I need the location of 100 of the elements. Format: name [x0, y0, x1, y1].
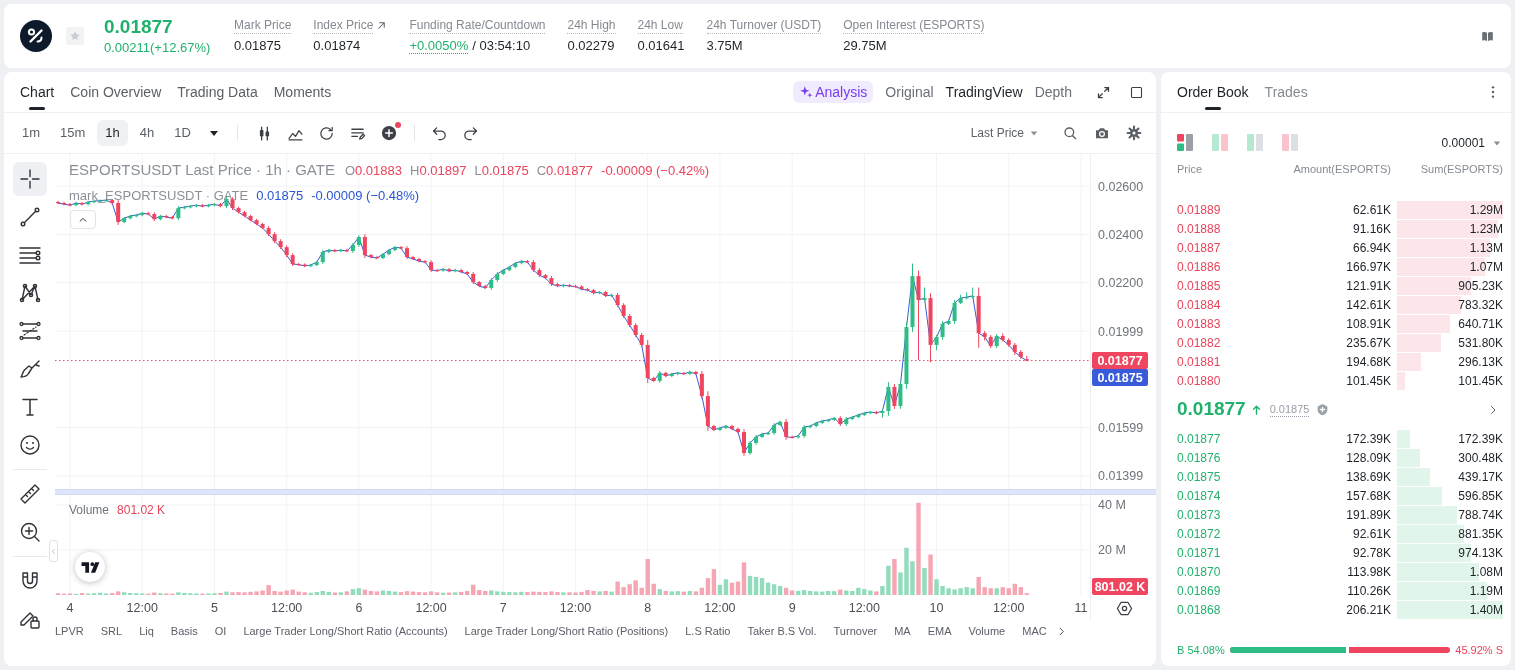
caret-down-icon[interactable]: [208, 128, 219, 138]
ask-price[interactable]: 0.01880: [1177, 371, 1221, 390]
candlestick: [717, 426, 722, 432]
last-price: 0.01877: [1177, 397, 1246, 422]
hexagon-settings-icon[interactable]: [1116, 600, 1133, 617]
ask-depth-bar: [1397, 315, 1450, 333]
order-book-tab[interactable]: Trades: [1264, 72, 1308, 112]
order-book-tab[interactable]: Order Book: [1177, 72, 1249, 112]
ask-amount: 91.16K: [1352, 220, 1391, 238]
column-header: Price: [1177, 161, 1203, 177]
bar: [777, 586, 783, 595]
indicator-tab[interactable]: EMA: [927, 622, 952, 640]
bar: [916, 502, 921, 595]
ask-price[interactable]: 0.01886: [1177, 257, 1221, 276]
indicator-tab[interactable]: LPVR: [55, 622, 84, 640]
column-header: Amount(ESPORTS): [1293, 161, 1391, 177]
circular-arrow-icon[interactable]: [317, 124, 335, 142]
bar: [338, 592, 344, 595]
drawing-tool-button[interactable]: [12, 162, 47, 196]
layout-icon[interactable]: [1177, 134, 1193, 151]
indicator-tab[interactable]: MAC: [1022, 622, 1047, 640]
column-header: Sum(ESPORTS): [1419, 161, 1503, 177]
indicator-tab[interactable]: SRL: [100, 622, 123, 640]
interval-button[interactable]: 1D: [166, 120, 199, 146]
indicator-tab[interactable]: Large Trader Long/Short Ratio (Positions): [464, 622, 669, 640]
price-source-dropdown[interactable]: Last Price: [970, 124, 1038, 142]
caret-down-icon: [1493, 138, 1501, 147]
bar: [801, 590, 807, 595]
bar: [844, 590, 849, 595]
shield-icon[interactable]: [1316, 403, 1330, 416]
interval-button[interactable]: 15m: [52, 120, 94, 146]
interval-button[interactable]: 4h: [131, 120, 163, 146]
ask-price[interactable]: 0.01884: [1177, 295, 1221, 314]
time-axis-label: 9: [788, 601, 796, 615]
stat-value: 0.02279: [567, 38, 615, 54]
bar: [814, 591, 819, 595]
indicator-tab[interactable]: Liq: [139, 622, 154, 640]
undo-icon[interactable]: [430, 124, 448, 142]
bar: [747, 575, 753, 595]
ask-amount: 166.97K: [1346, 258, 1391, 276]
bar: [398, 592, 404, 595]
view-tab[interactable]: Depth: [1034, 81, 1072, 103]
collapse-handle[interactable]: [49, 540, 58, 562]
bid-total: 788.74K: [1458, 506, 1503, 524]
indicator-tab[interactable]: L.S Ratio: [685, 622, 731, 640]
chevron-left-icon: [50, 547, 57, 555]
bar: [874, 591, 879, 595]
chart-tab[interactable]: Moments: [273, 72, 332, 112]
chart-tab[interactable]: Coin Overview: [70, 72, 162, 112]
indicator-tab[interactable]: Volume: [968, 622, 1006, 640]
bar: [122, 592, 127, 595]
expand-icon[interactable]: [1096, 84, 1111, 100]
indicator-tab[interactable]: Taker B.S Vol.: [747, 622, 817, 640]
ask-total: 1.23M: [1469, 220, 1503, 238]
ask-price[interactable]: 0.01882: [1177, 333, 1221, 352]
bar: [735, 581, 741, 595]
chart-tab[interactable]: Trading Data: [177, 72, 258, 112]
price-axis-label: 0.02400: [1098, 227, 1144, 242]
indicator-tab[interactable]: MA: [894, 622, 911, 640]
interval-button[interactable]: 1h: [97, 120, 128, 146]
camera-icon[interactable]: [1094, 125, 1110, 141]
bar: [705, 578, 711, 595]
bid-amount: 138.69K: [1346, 468, 1391, 486]
ask-price[interactable]: 0.01885: [1177, 276, 1221, 295]
candlestick: [447, 267, 452, 273]
bar: [994, 588, 999, 595]
bid-amount: 128.09K: [1346, 449, 1391, 467]
ask-price[interactable]: 0.01889: [1177, 200, 1221, 219]
ask-price[interactable]: 0.01888: [1177, 219, 1221, 238]
plus-circle-icon[interactable]: [379, 124, 398, 142]
chart-tab[interactable]: Chart: [20, 72, 55, 112]
view-tab[interactable]: TradingView: [945, 81, 1023, 103]
last-price: 0.01877: [104, 16, 174, 38]
precision-dropdown[interactable]: 0.00001: [1441, 133, 1501, 152]
indicator-tab[interactable]: Turnover: [833, 622, 878, 640]
interval-button[interactable]: 1m: [14, 120, 49, 146]
bid-total: 1.19M: [1469, 582, 1503, 600]
ask-price[interactable]: 0.01883: [1177, 314, 1221, 333]
redo-icon[interactable]: [461, 124, 479, 142]
ask-amount: 62.61K: [1352, 201, 1391, 219]
analysis-button[interactable]: Analysis: [793, 81, 874, 103]
bar: [434, 592, 440, 595]
settings-icon[interactable]: [1126, 125, 1142, 141]
bar: [218, 592, 223, 595]
price-axis-label: 0.02200: [1098, 276, 1144, 291]
ohlc-field: C0.01877: [536, 161, 594, 181]
square-icon[interactable]: [1129, 84, 1144, 100]
bar: [477, 590, 482, 595]
ask-price[interactable]: 0.01887: [1177, 238, 1221, 257]
stat-label: Index Price: [313, 17, 374, 34]
indicator-tab[interactable]: OI: [214, 622, 227, 640]
indicator-tab[interactable]: Basis: [170, 622, 198, 640]
indicator-tab[interactable]: Large Trader Long/Short Ratio (Accounts): [243, 622, 448, 640]
bid-amount: 110.26K: [1347, 582, 1391, 600]
search-icon[interactable]: [1062, 125, 1078, 141]
ask-price[interactable]: 0.01881: [1177, 352, 1221, 371]
arrow-up-right-icon[interactable]: [376, 20, 388, 31]
view-tab[interactable]: Original: [885, 81, 934, 103]
bar: [314, 592, 319, 595]
time-axis-label: 12:00: [559, 601, 592, 615]
